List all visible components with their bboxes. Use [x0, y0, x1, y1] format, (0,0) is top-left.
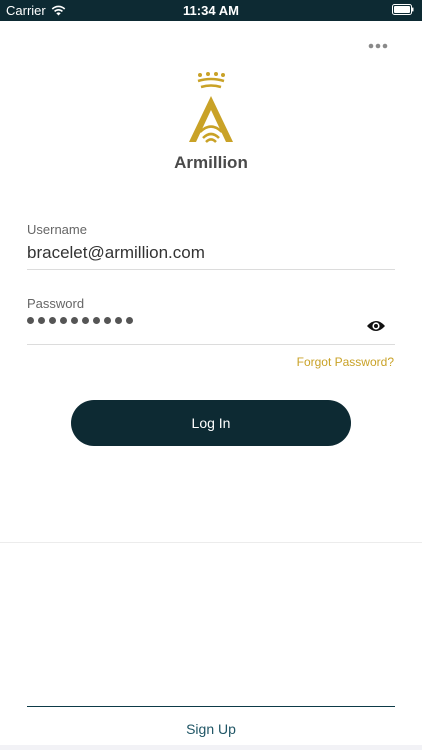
password-mask-dot — [60, 317, 67, 324]
login-button[interactable]: Log In — [71, 400, 351, 446]
password-underline — [27, 344, 395, 345]
status-time: 11:34 AM — [183, 3, 239, 18]
login-screen: Carrier 11:34 AM Armillion Username brac… — [0, 0, 422, 750]
password-mask-dot — [115, 317, 122, 324]
status-bar: Carrier 11:34 AM — [0, 0, 422, 21]
signup-divider — [27, 706, 395, 707]
password-input[interactable] — [27, 317, 135, 324]
password-mask-dot — [38, 317, 45, 324]
password-mask-dot — [126, 317, 133, 324]
username-underline — [27, 269, 395, 270]
armillion-logo-icon — [189, 72, 233, 143]
password-label: Password — [27, 296, 85, 311]
brand-name: Armillion — [174, 153, 248, 172]
more-dots-icon — [368, 43, 388, 49]
battery-icon — [392, 4, 414, 15]
forgot-password-link[interactable]: Forgot Password? — [297, 355, 394, 369]
username-label: Username — [27, 222, 87, 237]
password-mask-dot — [71, 317, 78, 324]
bottom-edge — [0, 745, 422, 750]
password-mask-dot — [49, 317, 56, 324]
password-mask-dot — [93, 317, 100, 324]
username-input[interactable] — [27, 243, 357, 263]
sign-up-button[interactable]: Sign Up — [0, 721, 422, 737]
section-divider — [0, 542, 422, 543]
more-options-button[interactable] — [362, 36, 394, 56]
eye-icon[interactable] — [366, 318, 386, 334]
password-mask-dot — [104, 317, 111, 324]
password-mask-dot — [82, 317, 89, 324]
password-mask-dot — [27, 317, 34, 324]
